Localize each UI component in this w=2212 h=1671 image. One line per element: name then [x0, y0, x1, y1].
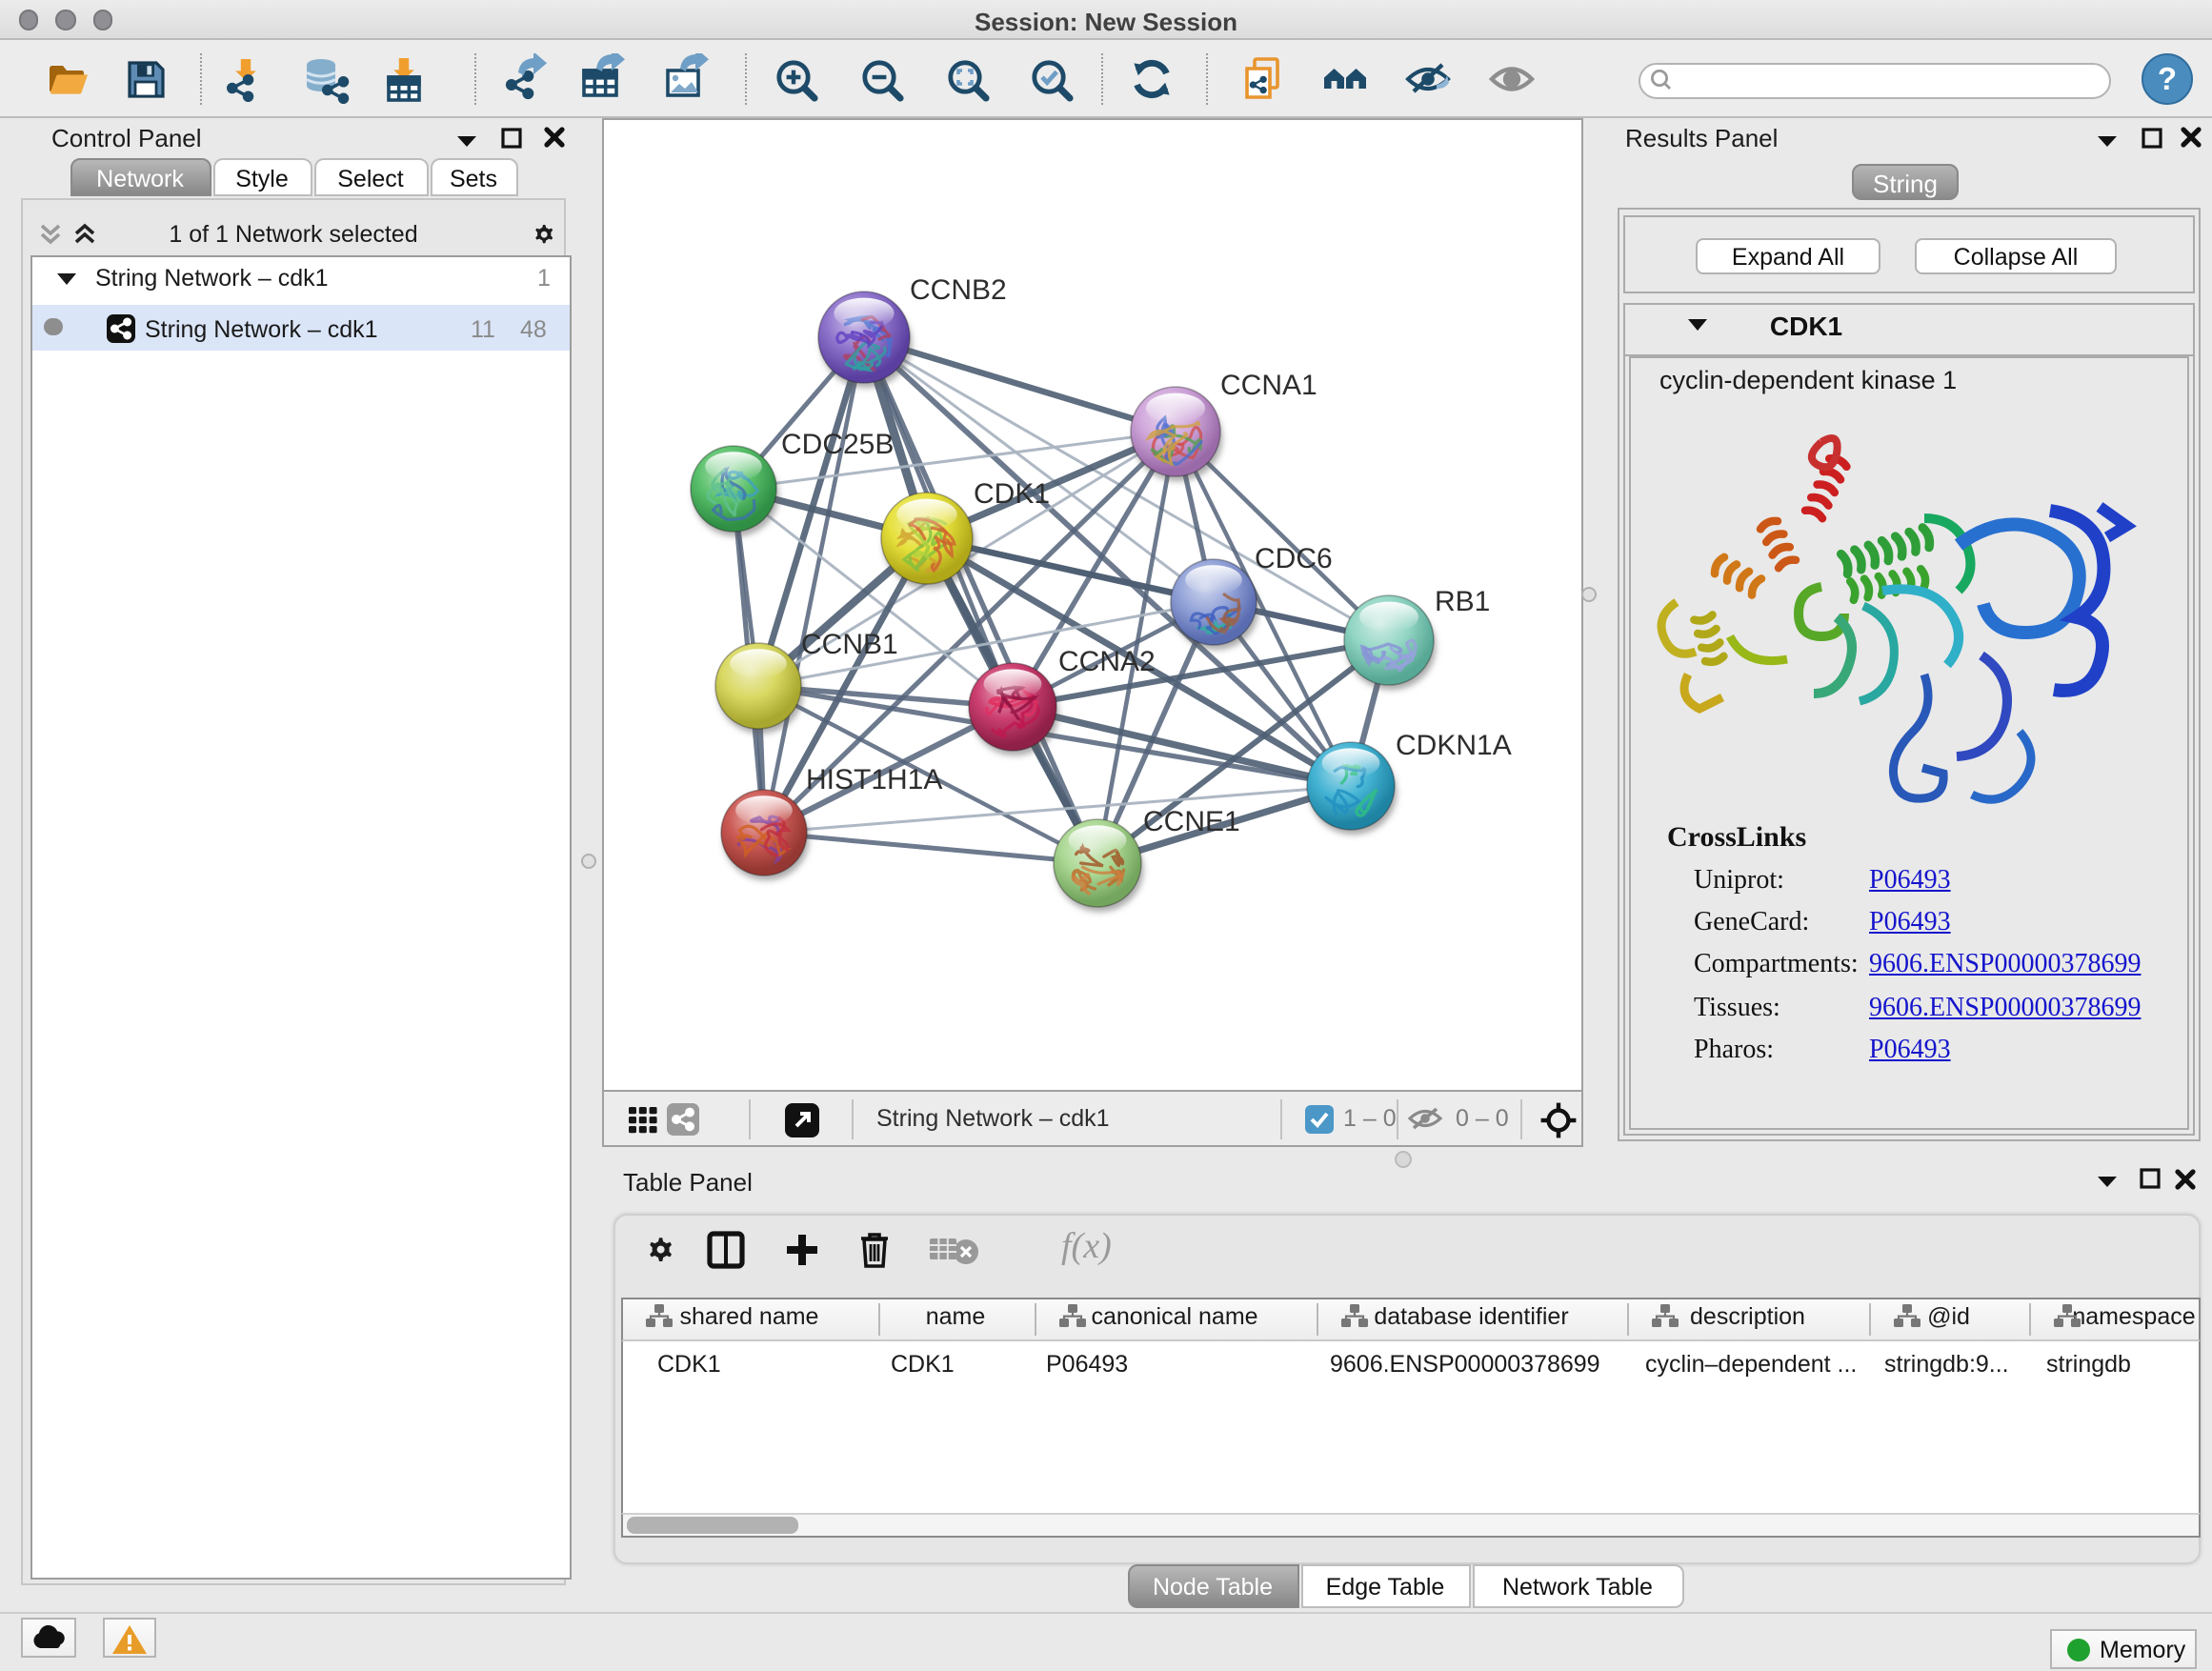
svg-text:CCNA1: CCNA1 [1220, 370, 1317, 401]
svg-text:HIST1H1A: HIST1H1A [806, 764, 942, 795]
svg-text:CCNE1: CCNE1 [1143, 806, 1240, 837]
svg-text:CCNA2: CCNA2 [1058, 646, 1156, 677]
svg-text:?: ? [2157, 61, 2176, 96]
svg-text:RB1: RB1 [1435, 586, 1490, 617]
svg-text:CDKN1A: CDKN1A [1396, 730, 1512, 761]
svg-text:CDK1: CDK1 [974, 478, 1050, 510]
svg-text:CCNB1: CCNB1 [801, 629, 898, 660]
svg-text:CDC6: CDC6 [1255, 543, 1333, 574]
svg-text:CDC25B: CDC25B [781, 429, 894, 460]
